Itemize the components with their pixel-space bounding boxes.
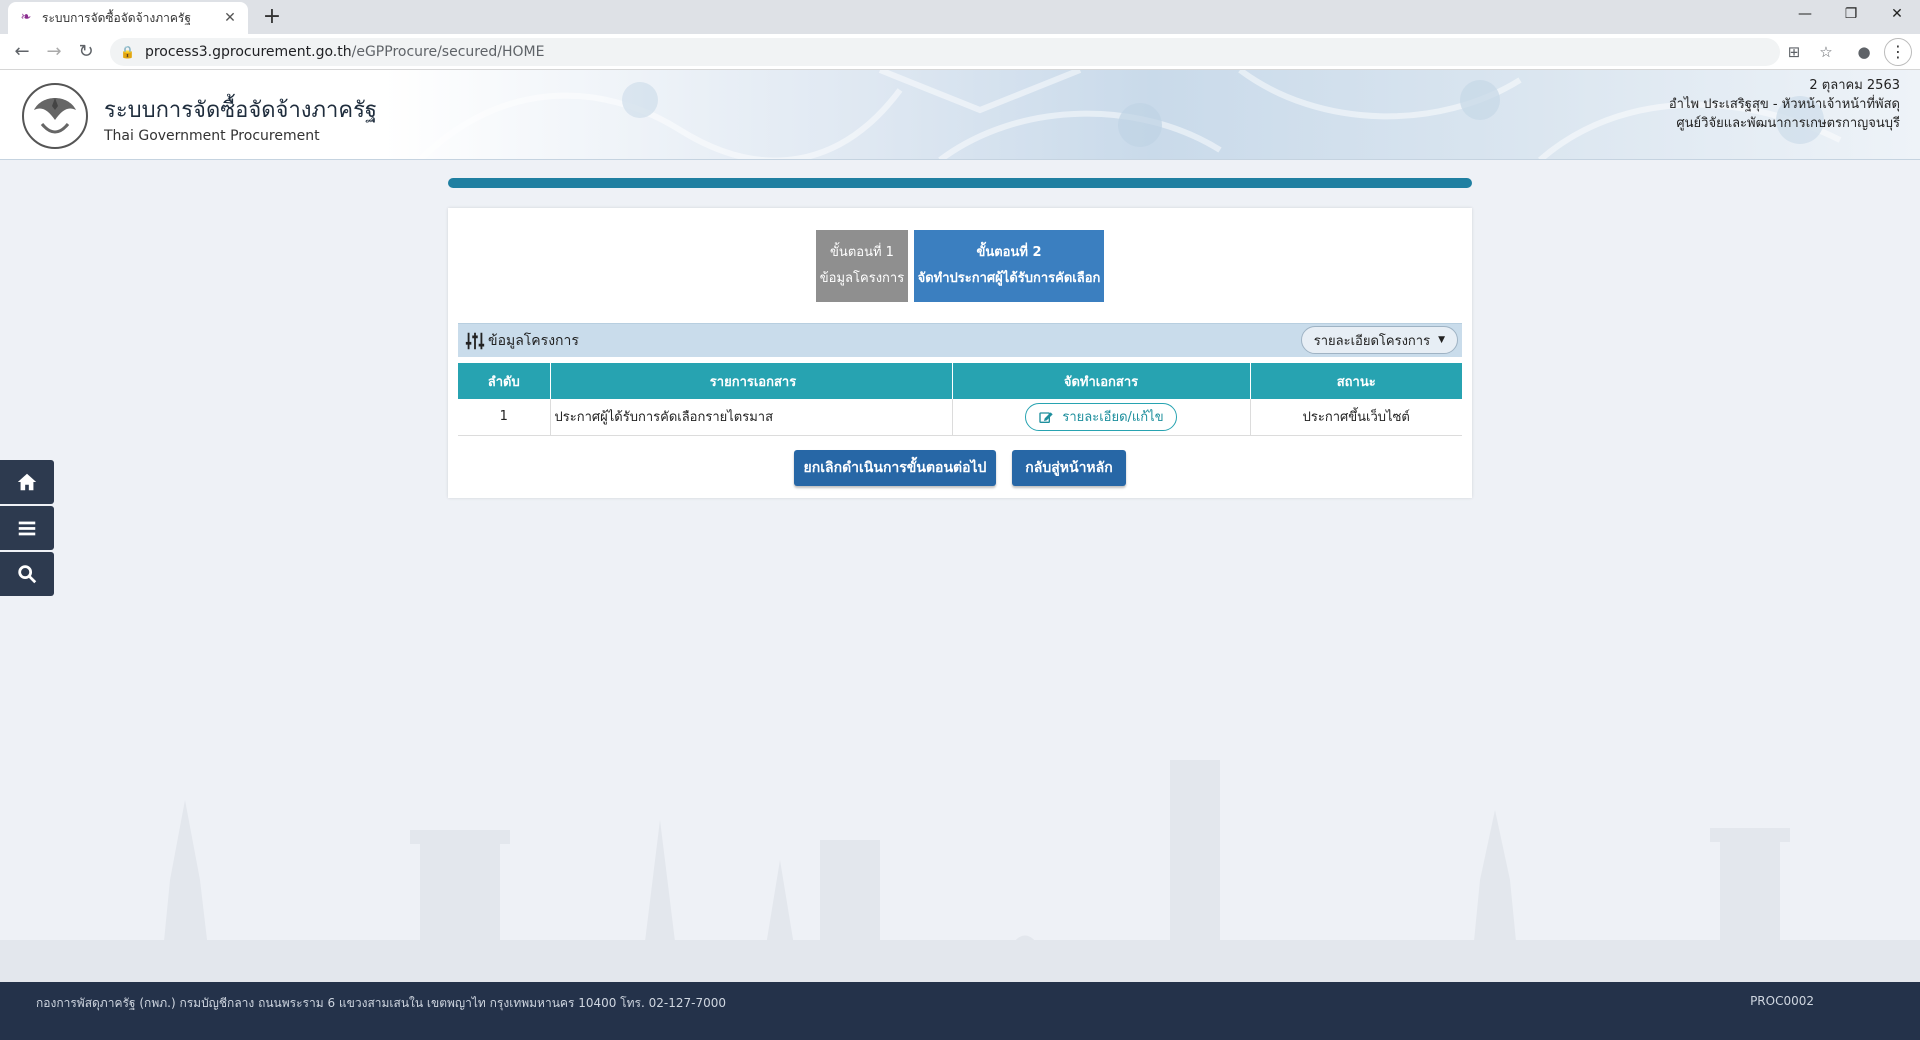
step-1-line2: ข้อมูลโครงการ bbox=[819, 271, 905, 286]
document-table: ลำดับ รายการเอกสาร จัดทำเอกสาร สถานะ 1 ป… bbox=[458, 363, 1462, 436]
footer-address: กองการพัสดุภาครัฐ (กพภ.) กรมบัญชีกลาง ถน… bbox=[36, 996, 726, 1010]
side-menu-button[interactable] bbox=[0, 506, 54, 550]
sliders-icon bbox=[465, 332, 485, 349]
header-prepare: จัดทำเอกสาร bbox=[952, 363, 1251, 399]
table-header-row: ลำดับ รายการเอกสาร จัดทำเอกสาร สถานะ bbox=[458, 363, 1462, 399]
back-icon[interactable]: ← bbox=[8, 38, 36, 66]
edit-detail-label: รายละเอียด/แก้ไข bbox=[1062, 410, 1164, 426]
government-logo-icon bbox=[22, 83, 88, 149]
row-no: 1 bbox=[458, 399, 551, 436]
table-row: 1 ประกาศผู้ได้รับการคัดเลือกรายไตรมาส รา… bbox=[458, 399, 1462, 436]
step-1-line1: ขั้นตอนที่ 1 bbox=[830, 245, 894, 260]
step-1[interactable]: ขั้นตอนที่ 1 ข้อมูลโครงการ bbox=[816, 230, 908, 302]
url-host: process3.gprocurement.go.th bbox=[144, 44, 352, 60]
url-path: /eGPProcure/secured/HOME bbox=[351, 44, 545, 60]
cancel-next-step-button[interactable]: ยกเลิกดำเนินการขั้นตอนต่อไป bbox=[794, 450, 996, 486]
forward-icon[interactable]: → bbox=[40, 38, 68, 66]
site-title: ระบบการจัดซื้อจัดจ้างภาครัฐ bbox=[104, 98, 378, 123]
minimize-icon[interactable]: — bbox=[1782, 0, 1828, 30]
site-subtitle: Thai Government Procurement bbox=[104, 128, 320, 144]
row-document-name: ประกาศผู้ได้รับการคัดเลือกรายไตรมาส bbox=[550, 399, 953, 436]
header-no: ลำดับ bbox=[458, 363, 551, 399]
project-detail-label: รายละเอียดโครงการ bbox=[1313, 333, 1431, 349]
project-detail-dropdown[interactable]: รายละเอียดโครงการ ▼ bbox=[1300, 326, 1458, 354]
site-header: ระบบการจัดซื้อจัดจ้างภาครัฐ Thai Governm… bbox=[0, 70, 1920, 160]
header-document: รายการเอกสาร bbox=[550, 363, 953, 399]
translate-icon[interactable]: ⊞ bbox=[1782, 40, 1806, 64]
caret-down-icon: ▼ bbox=[1438, 335, 1445, 345]
restore-icon[interactable]: ❐ bbox=[1828, 0, 1874, 30]
reload-icon[interactable]: ↻ bbox=[72, 38, 100, 66]
section-title: ข้อมูลโครงการ bbox=[488, 332, 579, 349]
browser-menu-icon[interactable]: ⋮ bbox=[1884, 38, 1912, 66]
edit-detail-button[interactable]: รายละเอียด/แก้ไข bbox=[1025, 402, 1177, 431]
footer-page-code: PROC0002 bbox=[1750, 994, 1814, 1008]
user-info: 2 ตุลาคม 2563 อำไพ ประเสริฐสุข - หัวหน้า… bbox=[1669, 76, 1900, 133]
bookmark-star-icon[interactable]: ☆ bbox=[1814, 40, 1838, 64]
section-bar: ข้อมูลโครงการ รายละเอียดโครงการ ▼ bbox=[458, 323, 1462, 357]
back-to-home-button[interactable]: กลับสู่หน้าหลัก bbox=[1012, 450, 1126, 486]
temple-silhouette bbox=[0, 760, 1920, 982]
step-active-arrow bbox=[1001, 302, 1017, 310]
current-date: 2 ตุลาคม 2563 bbox=[1809, 78, 1900, 93]
header-status: สถานะ bbox=[1250, 363, 1462, 399]
user-name: อำไพ ประเสริฐสุข - หัวหน้าเจ้าหน้าที่พัส… bbox=[1668, 97, 1900, 112]
address-input[interactable]: 🔒 process3.gprocurement.go.th/eGPProcure… bbox=[110, 38, 1780, 66]
row-action-cell: รายละเอียด/แก้ไข bbox=[952, 399, 1251, 436]
step-2[interactable]: ขั้นตอนที่ 2 จัดทำประกาศผู้ได้รับการคัดเ… bbox=[914, 230, 1104, 310]
profile-icon[interactable]: ● bbox=[1852, 40, 1876, 64]
new-tab-button[interactable]: + bbox=[258, 4, 286, 32]
browser-toolbar: ← → ↻ 🔒 process3.gprocurement.go.th/eGPP… bbox=[0, 34, 1920, 70]
top-progress-line bbox=[448, 178, 1472, 188]
window-close-icon[interactable]: ✕ bbox=[1874, 0, 1920, 30]
tab-close-icon[interactable]: ✕ bbox=[222, 10, 238, 26]
lock-icon: 🔒 bbox=[120, 45, 135, 59]
browser-tab-bar: ❧ ระบบการจัดซื้อจัดจ้างภาครัฐ ✕ + — ❐ ✕ bbox=[0, 0, 1920, 34]
tab-title: ระบบการจัดซื้อจัดจ้างภาครัฐ bbox=[42, 10, 191, 25]
side-search-button[interactable] bbox=[0, 552, 54, 596]
edit-icon bbox=[1039, 412, 1054, 423]
favicon-icon: ❧ bbox=[20, 10, 32, 25]
browser-tab[interactable]: ❧ ระบบการจัดซื้อจัดจ้างภาครัฐ ✕ bbox=[8, 2, 248, 34]
step-2-line2: จัดทำประกาศผู้ได้รับการคัดเลือก bbox=[917, 271, 1101, 286]
menu-icon bbox=[18, 521, 36, 536]
footer: กองการพัสดุภาครัฐ (กพภ.) กรมบัญชีกลาง ถน… bbox=[0, 982, 1920, 1040]
row-status: ประกาศขึ้นเว็บไซต์ bbox=[1250, 399, 1462, 436]
step-2-line1: ขั้นตอนที่ 2 bbox=[976, 245, 1042, 260]
side-home-button[interactable] bbox=[0, 460, 54, 504]
main-card: ขั้นตอนที่ 1 ข้อมูลโครงการ ขั้นตอนที่ 2 … bbox=[448, 208, 1472, 498]
search-icon bbox=[18, 565, 37, 584]
home-icon bbox=[17, 473, 37, 491]
user-org: ศูนย์วิจัยและพัฒนาการเกษตรกาญจนบุรี bbox=[1676, 116, 1900, 131]
